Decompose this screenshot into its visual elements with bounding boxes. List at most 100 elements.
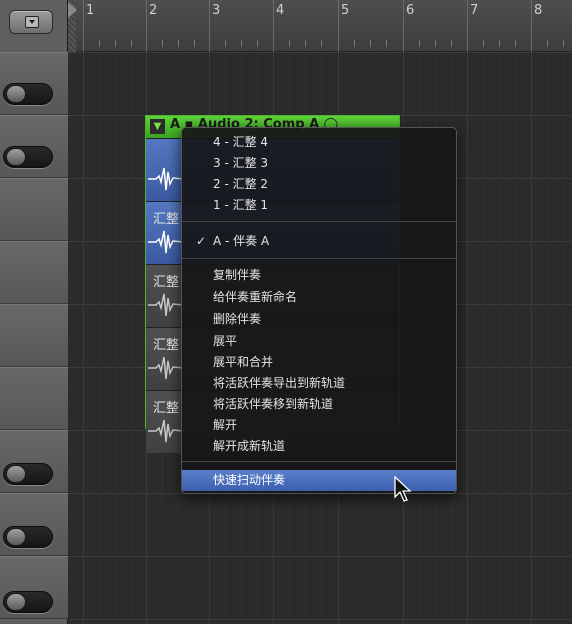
beat-gridline (115, 52, 116, 624)
ruler-tick (162, 40, 163, 47)
menu-item-delete-take[interactable]: 删除伴奏 (182, 309, 456, 330)
lane-divider (68, 556, 572, 557)
ruler-tick (419, 40, 420, 47)
beat-gridline (499, 52, 500, 624)
menu-item-take-3[interactable]: 3 - 汇整 3 (182, 153, 456, 174)
take-folder-menu[interactable]: 4 - 汇整 4 3 - 汇整 3 2 - 汇整 2 1 - 汇整 1 ✓ A -… (181, 127, 457, 494)
ruler-tick (225, 40, 226, 47)
waveform-icon (148, 293, 185, 317)
track-on-off-toggle[interactable] (3, 146, 53, 168)
menu-item-export-active-take[interactable]: 将活跃伴奏导出到新轨道 (182, 373, 456, 394)
ruler-tick (435, 40, 436, 47)
ruler-tick (354, 40, 355, 47)
ruler-tick (386, 40, 387, 47)
menu-item-move-active-take[interactable]: 将活跃伴奏移到新轨道 (182, 394, 456, 415)
bar-number: 7 (470, 3, 479, 18)
bar-line (338, 0, 339, 52)
bar-number: 8 (534, 3, 543, 18)
track-header[interactable] (0, 115, 68, 178)
ruler-tick (241, 40, 242, 47)
track-header-panel (0, 0, 68, 624)
beat-gridline (99, 52, 100, 624)
menu-item-quick-swipe[interactable]: 快速扫动伴奏 (182, 470, 456, 491)
beat-gridline (483, 52, 484, 624)
bar-number: 4 (276, 3, 285, 18)
bar-ruler[interactable]: 1 2 3 4 5 6 7 8 (68, 0, 572, 52)
global-tracks-button[interactable] (9, 10, 53, 34)
bar-number: 5 (341, 3, 350, 18)
ruler-tick (515, 40, 516, 47)
menu-separator (182, 461, 456, 462)
bar-number: 6 (406, 3, 415, 18)
menu-item-take-1[interactable]: 1 - 汇整 1 (182, 195, 456, 216)
lane-divider (68, 619, 572, 620)
ruler-tick (370, 40, 371, 47)
track-on-off-toggle[interactable] (3, 463, 53, 485)
ruler-tick (131, 40, 132, 47)
ruler-tick (321, 40, 322, 47)
menu-item-take-4[interactable]: 4 - 汇整 4 (182, 132, 456, 153)
bar-number: 3 (212, 3, 221, 18)
track-header[interactable] (0, 241, 68, 304)
ruler-tick (99, 40, 100, 47)
ruler-tick (178, 40, 179, 47)
track-header[interactable] (0, 178, 68, 241)
bar-gridline (467, 52, 468, 624)
track-header[interactable] (0, 52, 68, 115)
track-on-off-toggle[interactable] (3, 83, 53, 105)
bar-line (146, 0, 147, 52)
track-header[interactable] (0, 367, 68, 430)
bar-number: 1 (86, 3, 95, 18)
menu-separator (182, 258, 456, 259)
bar-line (403, 0, 404, 52)
take-folder-disclosure-icon[interactable]: ▼ (150, 119, 165, 134)
bar-gridline (531, 52, 532, 624)
bar-line (531, 0, 532, 52)
lane-divider (68, 52, 572, 53)
menu-item-unpack[interactable]: 解开 (182, 415, 456, 436)
bar-line (83, 0, 84, 52)
track-header[interactable] (0, 493, 68, 556)
waveform-icon (148, 167, 185, 191)
beat-gridline (515, 52, 516, 624)
disclosure-icon (25, 16, 39, 28)
ruler-tick (499, 40, 500, 47)
menu-separator (182, 221, 456, 222)
bar-line (209, 0, 210, 52)
mouse-pointer-icon (394, 476, 412, 502)
ruler-tick (257, 40, 258, 47)
ruler-tick (451, 40, 452, 47)
track-on-off-toggle[interactable] (3, 591, 53, 613)
beat-gridline (131, 52, 132, 624)
ruler-tick (289, 40, 290, 47)
waveform-icon (148, 230, 185, 254)
bar-line (273, 0, 274, 52)
menu-item-current-take[interactable]: ✓ A - 伴奏 A (182, 231, 456, 252)
menu-item-flatten[interactable]: 展平 (182, 331, 456, 352)
bar-number: 2 (149, 3, 158, 18)
menu-item-duplicate-take[interactable]: 复制伴奏 (182, 265, 456, 286)
bar-gridline (83, 52, 84, 624)
beat-gridline (563, 52, 564, 624)
track-header[interactable] (0, 430, 68, 493)
checkmark-icon: ✓ (196, 234, 207, 248)
track-header[interactable] (0, 556, 68, 619)
beat-gridline (547, 52, 548, 624)
menu-item-unpack-new-tracks[interactable]: 解开成新轨道 (182, 436, 456, 457)
ruler-tick (194, 40, 195, 47)
ruler-tick (563, 40, 564, 47)
ruler-tick (483, 40, 484, 47)
playhead-icon[interactable] (68, 2, 77, 18)
waveform-icon (148, 419, 185, 443)
ruler-tick (115, 40, 116, 47)
bar-line (467, 0, 468, 52)
track-on-off-toggle[interactable] (3, 526, 53, 548)
waveform-icon (148, 356, 185, 380)
menu-item-take-2[interactable]: 2 - 汇整 2 (182, 174, 456, 195)
track-header[interactable] (0, 304, 68, 367)
ruler-tick (305, 40, 306, 47)
menu-item-flatten-merge[interactable]: 展平和合并 (182, 352, 456, 373)
menu-item-rename-take[interactable]: 给伴奏重新命名 (182, 287, 456, 308)
ruler-tick (547, 40, 548, 47)
menu-item-label: A - 伴奏 A (213, 234, 270, 248)
